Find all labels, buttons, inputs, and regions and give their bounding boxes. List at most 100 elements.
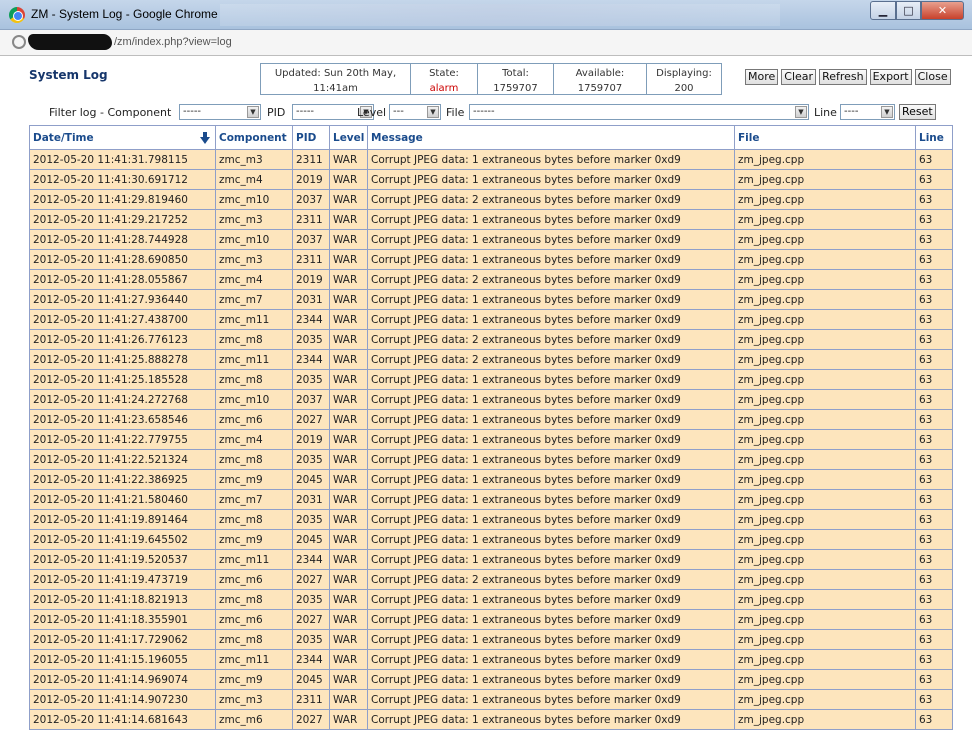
cell-component: zmc_m3 — [215, 689, 293, 710]
cell-message: Corrupt JPEG data: 1 extraneous bytes be… — [367, 689, 735, 710]
table-row[interactable]: 2012-05-20 11:41:24.272768 zmc_m10 2037 WAR… — [29, 389, 953, 410]
table-row[interactable]: 2012-05-20 11:41:25.185528 zmc_m8 2035 WAR C… — [29, 369, 953, 390]
cell-component: zmc_m11 — [215, 309, 293, 330]
cell-level: WAR — [329, 309, 368, 330]
close-window-button[interactable]: ✕ — [921, 1, 964, 20]
cell-level: WAR — [329, 629, 368, 650]
table-row[interactable]: 2012-05-20 11:41:27.936440 zmc_m7 2031 WAR C… — [29, 289, 953, 310]
cell-datetime: 2012-05-20 11:41:14.907230 — [29, 689, 216, 710]
table-row[interactable]: 2012-05-20 11:41:19.645502 zmc_m9 2045 WAR C… — [29, 529, 953, 550]
cell-level: WAR — [329, 289, 368, 310]
table-row[interactable]: 2012-05-20 11:41:22.386925 zmc_m9 2045 WAR C… — [29, 469, 953, 490]
level-label: Level — [357, 106, 387, 119]
table-row[interactable]: 2012-05-20 11:41:15.196055 zmc_m11 2344 WAR… — [29, 649, 953, 670]
column-component[interactable]: Component — [215, 125, 293, 150]
table-row[interactable]: 2012-05-20 11:41:27.438700 zmc_m11 2344 WAR… — [29, 309, 953, 330]
table-row[interactable]: 2012-05-20 11:41:28.744928 zmc_m10 2037 WAR… — [29, 229, 953, 250]
cell-component: zmc_m10 — [215, 229, 293, 250]
cell-component: zmc_m11 — [215, 649, 293, 670]
table-row[interactable]: 2012-05-20 11:41:23.658546 zmc_m6 2027 WAR C… — [29, 409, 953, 430]
url-text[interactable]: /zm/index.php?view=log — [114, 36, 232, 48]
table-row[interactable]: 2012-05-20 11:41:14.969074 zmc_m9 2045 WAR C… — [29, 669, 953, 690]
cell-level: WAR — [329, 149, 368, 170]
table-row[interactable]: 2012-05-20 11:41:19.520537 zmc_m11 2344 WAR… — [29, 549, 953, 570]
window-title: ZM - System Log - Google Chrome — [31, 7, 218, 21]
cell-component: zmc_m9 — [215, 529, 293, 550]
cell-level: WAR — [329, 609, 368, 630]
cell-pid: 2035 — [292, 329, 330, 350]
level-select[interactable]: --- ▼ — [389, 104, 441, 120]
cell-datetime: 2012-05-20 11:41:17.729062 — [29, 629, 216, 650]
cell-datetime: 2012-05-20 11:41:31.798115 — [29, 149, 216, 170]
cell-datetime: 2012-05-20 11:41:28.744928 — [29, 229, 216, 250]
cell-message: Corrupt JPEG data: 1 extraneous bytes be… — [367, 529, 735, 550]
table-row[interactable]: 2012-05-20 11:41:31.798115 zmc_m3 2311 WAR C… — [29, 149, 953, 170]
cell-component: zmc_m7 — [215, 289, 293, 310]
cell-datetime: 2012-05-20 11:41:25.185528 — [29, 369, 216, 390]
file-select[interactable]: ------ ▼ — [469, 104, 809, 120]
cell-component: zmc_m4 — [215, 269, 293, 290]
maximize-button[interactable]: □ — [896, 1, 921, 20]
table-row[interactable]: 2012-05-20 11:41:26.776123 zmc_m8 2035 WAR C… — [29, 329, 953, 350]
table-row[interactable]: 2012-05-20 11:41:19.473719 zmc_m6 2027 WAR C… — [29, 569, 953, 590]
more-button[interactable]: More — [745, 69, 779, 85]
cell-component: zmc_m6 — [215, 569, 293, 590]
file-select-value: ------ — [473, 106, 495, 117]
cell-file: zm_jpeg.cpp — [734, 549, 916, 570]
table-row[interactable]: 2012-05-20 11:41:18.355901 zmc_m6 2027 WAR C… — [29, 609, 953, 630]
pid-label: PID — [267, 106, 286, 119]
column-message[interactable]: Message — [367, 125, 735, 150]
cell-datetime: 2012-05-20 11:41:22.779755 — [29, 429, 216, 450]
export-button[interactable]: Export — [869, 69, 912, 85]
cell-line: 63 — [915, 389, 953, 410]
cell-file: zm_jpeg.cpp — [734, 309, 916, 330]
cell-file: zm_jpeg.cpp — [734, 569, 916, 590]
table-row[interactable]: 2012-05-20 11:41:30.691712 zmc_m4 2019 WAR C… — [29, 169, 953, 190]
cell-pid: 2031 — [292, 489, 330, 510]
cell-message: Corrupt JPEG data: 2 extraneous bytes be… — [367, 569, 735, 590]
cell-line: 63 — [915, 329, 953, 350]
cell-file: zm_jpeg.cpp — [734, 629, 916, 650]
table-row[interactable]: 2012-05-20 11:41:18.821913 zmc_m8 2035 WAR C… — [29, 589, 953, 610]
displaying-cell: Displaying: 200 — [647, 64, 721, 94]
table-row[interactable]: 2012-05-20 11:41:14.907230 zmc_m3 2311 WAR C… — [29, 689, 953, 710]
minimize-button[interactable]: ▁ — [870, 1, 896, 20]
column-line[interactable]: Line — [915, 125, 953, 150]
column-level[interactable]: Level — [329, 125, 368, 150]
table-row[interactable]: 2012-05-20 11:41:22.521324 zmc_m8 2035 WAR C… — [29, 449, 953, 470]
column-datetime[interactable]: Date/Time — [29, 125, 216, 150]
close-button[interactable]: Close — [914, 69, 951, 85]
table-row[interactable]: 2012-05-20 11:41:28.055867 zmc_m4 2019 WAR C… — [29, 269, 953, 290]
table-row[interactable]: 2012-05-20 11:41:14.681643 zmc_m6 2027 WAR C… — [29, 709, 953, 730]
cell-line: 63 — [915, 449, 953, 470]
cell-message: Corrupt JPEG data: 1 extraneous bytes be… — [367, 229, 735, 250]
address-bar[interactable]: /zm/index.php?view=log — [0, 30, 972, 56]
cell-datetime: 2012-05-20 11:41:14.681643 — [29, 709, 216, 730]
component-select-value: ----- — [183, 106, 202, 117]
cell-message: Corrupt JPEG data: 1 extraneous bytes be… — [367, 489, 735, 510]
table-row[interactable]: 2012-05-20 11:41:22.779755 zmc_m4 2019 WAR C… — [29, 429, 953, 450]
table-row[interactable]: 2012-05-20 11:41:25.888278 zmc_m11 2344 WAR… — [29, 349, 953, 370]
refresh-button[interactable]: Refresh — [819, 69, 867, 85]
line-select[interactable]: ---- ▼ — [840, 104, 895, 120]
table-row[interactable]: 2012-05-20 11:41:19.891464 zmc_m8 2035 WAR C… — [29, 509, 953, 530]
cell-line: 63 — [915, 589, 953, 610]
cell-level: WAR — [329, 329, 368, 350]
cell-pid: 2037 — [292, 389, 330, 410]
cell-file: zm_jpeg.cpp — [734, 509, 916, 530]
table-row[interactable]: 2012-05-20 11:41:21.580460 zmc_m7 2031 WAR C… — [29, 489, 953, 510]
component-select[interactable]: ----- ▼ — [179, 104, 261, 120]
table-row[interactable]: 2012-05-20 11:41:17.729062 zmc_m8 2035 WAR C… — [29, 629, 953, 650]
column-file[interactable]: File — [734, 125, 916, 150]
table-row[interactable]: 2012-05-20 11:41:28.690850 zmc_m3 2311 WAR C… — [29, 249, 953, 270]
table-row[interactable]: 2012-05-20 11:41:29.217252 zmc_m3 2311 WAR C… — [29, 209, 953, 230]
cell-datetime: 2012-05-20 11:41:19.473719 — [29, 569, 216, 590]
chevron-down-icon: ▼ — [795, 106, 807, 118]
table-row[interactable]: 2012-05-20 11:41:29.819460 zmc_m10 2037 WAR… — [29, 189, 953, 210]
column-pid[interactable]: PID — [292, 125, 330, 150]
reset-button[interactable]: Reset — [899, 104, 936, 120]
clear-button[interactable]: Clear — [781, 69, 817, 85]
total-label: Total: — [502, 68, 529, 79]
cell-datetime: 2012-05-20 11:41:19.520537 — [29, 549, 216, 570]
cell-pid: 2035 — [292, 589, 330, 610]
